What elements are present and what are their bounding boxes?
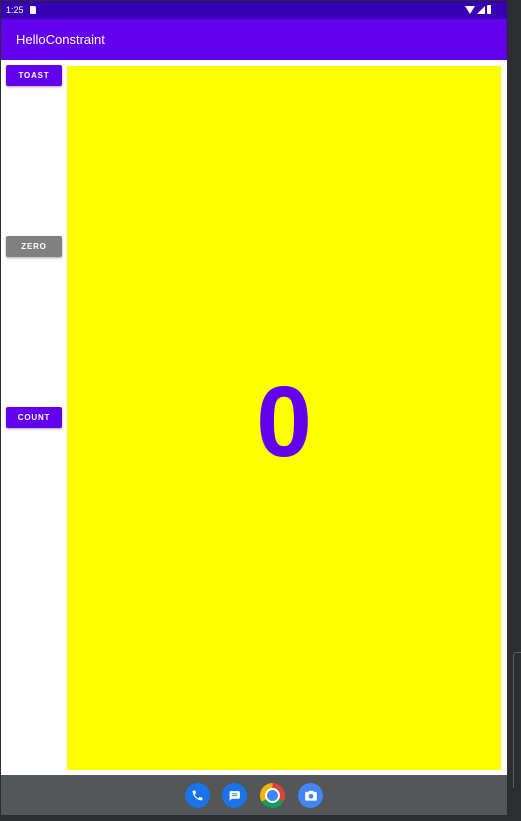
phone-icon[interactable]: [185, 783, 210, 808]
main-content: TOAST ZERO COUNT 0: [1, 60, 507, 775]
count-display: 0: [67, 66, 501, 770]
messages-icon[interactable]: [222, 783, 247, 808]
toast-button[interactable]: TOAST: [6, 65, 62, 86]
count-button[interactable]: COUNT: [6, 407, 62, 428]
status-time: 1:25: [6, 5, 24, 15]
emulator-side-rail: [513, 652, 521, 788]
sd-card-icon: [30, 6, 36, 14]
zero-button[interactable]: ZERO: [6, 236, 62, 257]
messages-glyph: [229, 791, 240, 801]
app-title: HelloConstraint: [16, 32, 105, 47]
status-bar: 1:25: [1, 1, 507, 19]
phone-glyph: [192, 790, 203, 801]
app-bar: HelloConstraint: [1, 19, 507, 60]
emulator-frame: 1:25 HelloConstraint TOAST ZERO COUNT 0: [0, 0, 521, 821]
battery-icon: [487, 5, 491, 14]
camera-icon[interactable]: [298, 783, 323, 808]
chrome-icon[interactable]: [260, 783, 285, 808]
count-value: 0: [256, 366, 312, 478]
navigation-bar: [1, 775, 507, 815]
wifi-icon: [465, 5, 475, 14]
device-screen: 1:25 HelloConstraint TOAST ZERO COUNT 0: [1, 1, 507, 815]
camera-glyph: [304, 790, 317, 801]
signal-icon: [477, 5, 485, 14]
chrome-center: [265, 788, 280, 803]
status-icons: [465, 5, 491, 14]
